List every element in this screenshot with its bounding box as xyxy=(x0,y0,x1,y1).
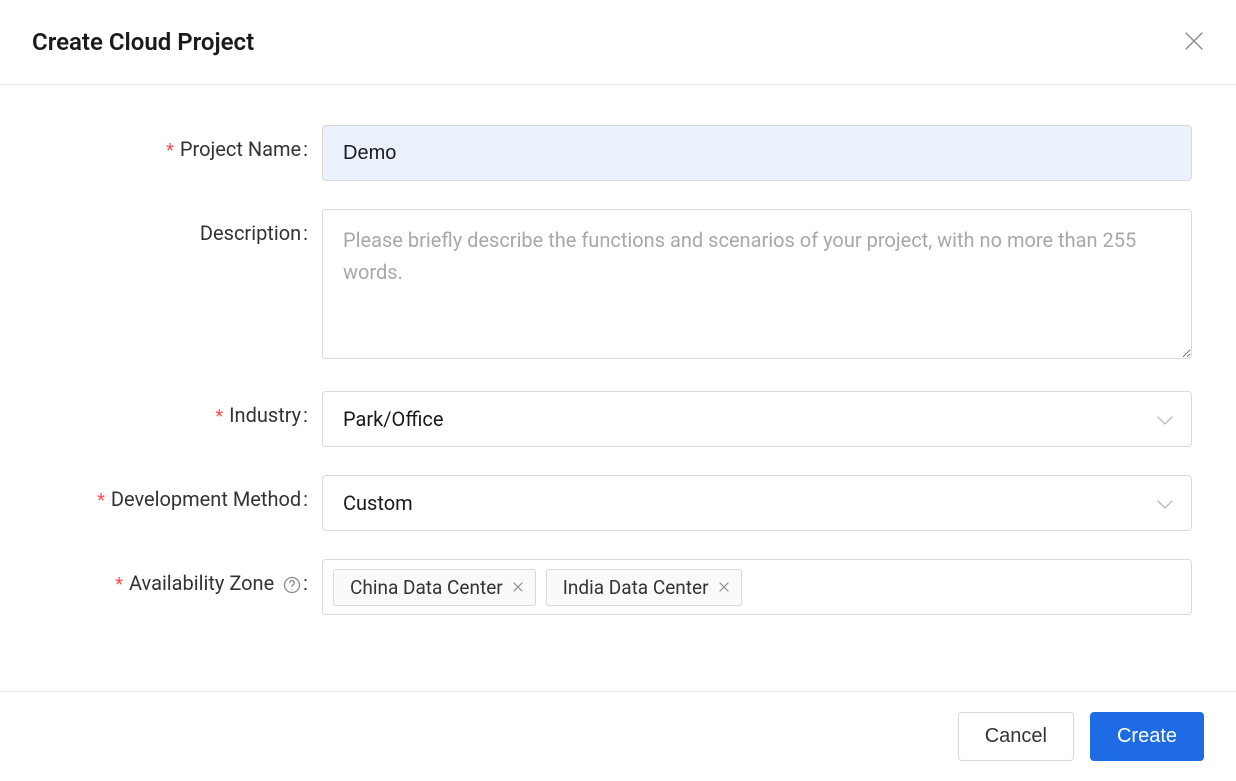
required-marker: * xyxy=(215,406,223,427)
modal-footer: Cancel Create xyxy=(0,691,1236,781)
development-method-row: *Development Method: Custom xyxy=(32,475,1192,531)
project-name-label: *Project Name: xyxy=(32,125,322,161)
chevron-down-icon xyxy=(1157,407,1173,431)
modal-header: Create Cloud Project xyxy=(0,0,1236,85)
industry-row: *Industry: Park/Office xyxy=(32,391,1192,447)
project-name-row: *Project Name: xyxy=(32,125,1192,181)
description-row: Description: xyxy=(32,209,1192,363)
industry-value: Park/Office xyxy=(343,407,443,431)
close-button[interactable] xyxy=(1184,29,1204,55)
zone-tag-remove[interactable] xyxy=(719,579,729,596)
description-textarea[interactable] xyxy=(322,209,1192,359)
description-label: Description: xyxy=(32,209,322,245)
zone-tag-label: India Data Center xyxy=(563,576,709,599)
development-method-label: *Development Method: xyxy=(32,475,322,511)
development-method-value: Custom xyxy=(343,491,413,515)
availability-zone-label: *Availability Zone : xyxy=(32,559,322,595)
zone-tag: India Data Center xyxy=(546,569,742,606)
modal-title: Create Cloud Project xyxy=(32,28,254,56)
industry-select[interactable]: Park/Office xyxy=(322,391,1192,447)
chevron-down-icon xyxy=(1157,491,1173,515)
create-button[interactable]: Create xyxy=(1090,712,1204,761)
required-marker: * xyxy=(166,140,174,161)
development-method-select[interactable]: Custom xyxy=(322,475,1192,531)
required-marker: * xyxy=(97,490,105,511)
cancel-button[interactable]: Cancel xyxy=(958,712,1074,761)
availability-zone-row: *Availability Zone : China Data Center xyxy=(32,559,1192,615)
close-icon xyxy=(1184,27,1204,57)
industry-label: *Industry: xyxy=(32,391,322,427)
modal-body: *Project Name: Description: *Industry: P… xyxy=(0,85,1236,691)
create-project-modal: Create Cloud Project *Project Name: Desc… xyxy=(0,0,1236,781)
close-icon xyxy=(719,579,729,596)
help-icon[interactable] xyxy=(283,576,301,594)
required-marker: * xyxy=(115,574,123,595)
zone-tag: China Data Center xyxy=(333,569,536,606)
availability-zone-tags[interactable]: China Data Center India Data Center xyxy=(322,559,1192,615)
project-name-input[interactable] xyxy=(322,125,1192,181)
zone-tag-label: China Data Center xyxy=(350,576,503,599)
close-icon xyxy=(513,579,523,596)
zone-tag-remove[interactable] xyxy=(513,579,523,596)
